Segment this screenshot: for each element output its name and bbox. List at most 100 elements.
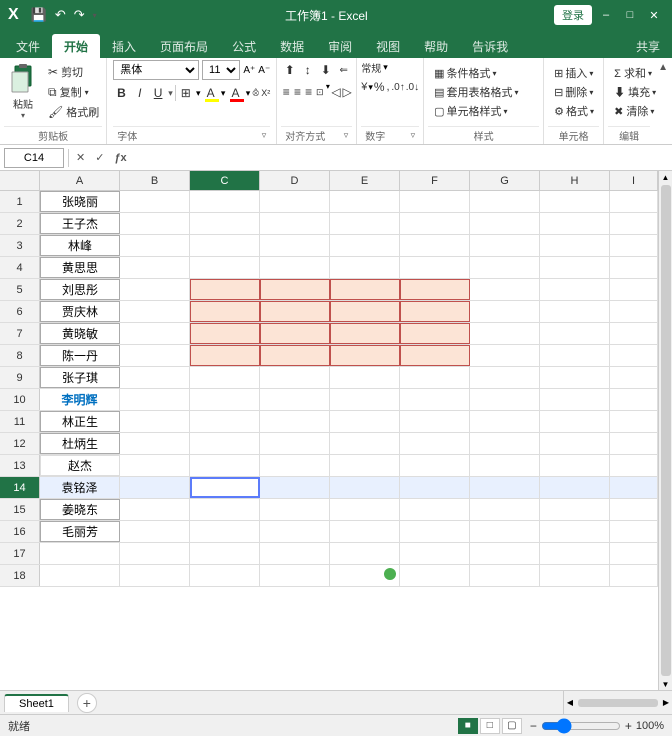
paste-dropdown-arrow[interactable]: ▾ — [21, 111, 25, 120]
cell-B1[interactable] — [120, 191, 190, 212]
underline-dropdown[interactable]: ▾ — [168, 88, 173, 99]
decrease-decimal-btn[interactable]: .0↓ — [406, 77, 419, 97]
table-style-dropdown[interactable]: ▾ — [515, 88, 519, 97]
cell-F14[interactable] — [400, 477, 470, 498]
cell-I5[interactable] — [610, 279, 658, 300]
cell-H16[interactable] — [540, 521, 610, 542]
cell-H12[interactable] — [540, 433, 610, 454]
scroll-down-btn[interactable]: ▼ — [660, 678, 672, 690]
delete-cells-btn[interactable]: ⊟删除▾ — [548, 83, 599, 101]
save-quickbtn[interactable]: 💾 — [29, 5, 49, 25]
cell-G7[interactable] — [470, 323, 540, 344]
cell-H8[interactable] — [540, 345, 610, 366]
tab-formulas[interactable]: 公式 — [220, 34, 268, 58]
cell-D6[interactable] — [260, 301, 330, 322]
align-center-btn[interactable]: ≡ — [292, 82, 302, 102]
cell-B8[interactable] — [120, 345, 190, 366]
cell-E7[interactable] — [330, 323, 400, 344]
cut-button[interactable]: ✂ 剪切 — [45, 63, 102, 81]
vertical-scrollbar[interactable]: ▲ ▼ — [658, 171, 672, 690]
cell-F7[interactable] — [400, 323, 470, 344]
cell-G12[interactable] — [470, 433, 540, 454]
cell-B11[interactable] — [120, 411, 190, 432]
cell-C13[interactable] — [190, 455, 260, 476]
tab-data[interactable]: 数据 — [268, 34, 316, 58]
percent-btn[interactable]: % — [374, 77, 385, 97]
font-size-select[interactable]: 11 — [202, 60, 240, 80]
cell-D3[interactable] — [260, 235, 330, 256]
cell-I18[interactable] — [610, 565, 658, 586]
cell-B2[interactable] — [120, 213, 190, 234]
cell-C14[interactable] — [190, 477, 260, 498]
cell-A9[interactable]: 张子琪 — [40, 367, 120, 388]
cell-G15[interactable] — [470, 499, 540, 520]
cell-H4[interactable] — [540, 257, 610, 278]
cell-C16[interactable] — [190, 521, 260, 542]
insert-cells-btn[interactable]: ⊞插入▾ — [548, 64, 599, 82]
superscript-btn[interactable]: X² — [261, 88, 270, 98]
cell-F18[interactable] — [400, 565, 470, 586]
fill-dropdown[interactable]: ▾ — [221, 88, 226, 99]
format-painter-button[interactable]: 🖌 格式刷 — [45, 103, 102, 121]
cell-F4[interactable] — [400, 257, 470, 278]
cell-B15[interactable] — [120, 499, 190, 520]
cell-E15[interactable] — [330, 499, 400, 520]
cell-A10[interactable]: 李明辉 — [40, 389, 120, 410]
cell-A11[interactable]: 林正生 — [40, 411, 120, 432]
tab-pagelayout[interactable]: 页面布局 — [148, 34, 220, 58]
cell-B17[interactable] — [120, 543, 190, 564]
format-dropdown[interactable]: ▾ — [590, 107, 594, 116]
cell-C18[interactable] — [190, 565, 260, 586]
cell-F11[interactable] — [400, 411, 470, 432]
merge-dropdown[interactable]: ▾ — [326, 82, 330, 102]
cell-G4[interactable] — [470, 257, 540, 278]
border-dropdown[interactable]: ▾ — [196, 88, 201, 99]
cell-E16[interactable] — [330, 521, 400, 542]
cell-D4[interactable] — [260, 257, 330, 278]
cell-F3[interactable] — [400, 235, 470, 256]
sheet-tab-sheet1[interactable]: Sheet1 — [4, 694, 69, 712]
cell-B3[interactable] — [120, 235, 190, 256]
cell-E14[interactable] — [330, 477, 400, 498]
number-format-select[interactable]: 常规 — [361, 60, 381, 75]
cell-I16[interactable] — [610, 521, 658, 542]
cell-A3[interactable]: 林峰 — [40, 235, 120, 256]
cell-F16[interactable] — [400, 521, 470, 542]
tab-share[interactable]: 共享 — [624, 34, 672, 58]
col-header-F[interactable]: F — [400, 171, 470, 190]
cell-G5[interactable] — [470, 279, 540, 300]
pagelayout-view-btn[interactable]: □ — [480, 718, 500, 734]
increase-decimal-btn[interactable]: .0↑ — [391, 77, 404, 97]
zoom-in-btn[interactable]: + — [625, 719, 632, 733]
cell-G2[interactable] — [470, 213, 540, 234]
minimize-button[interactable]: – — [596, 5, 616, 25]
cell-A6[interactable]: 贾庆林 — [40, 301, 120, 322]
col-header-H[interactable]: H — [540, 171, 610, 190]
cell-D13[interactable] — [260, 455, 330, 476]
copy-dropdown[interactable]: ▾ — [85, 88, 89, 97]
login-button[interactable]: 登录 — [554, 5, 592, 25]
cell-A15[interactable]: 姜晓东 — [40, 499, 120, 520]
scroll-left-btn[interactable]: ◀ — [564, 692, 576, 714]
cell-B14[interactable] — [120, 477, 190, 498]
col-header-G[interactable]: G — [470, 171, 540, 190]
strikethrough-btn[interactable]: ⨶ — [252, 88, 259, 99]
cell-A8[interactable]: 陈一丹 — [40, 345, 120, 366]
cell-I10[interactable] — [610, 389, 658, 410]
cell-D2[interactable] — [260, 213, 330, 234]
cell-G10[interactable] — [470, 389, 540, 410]
tab-view[interactable]: 视图 — [364, 34, 412, 58]
cell-E12[interactable] — [330, 433, 400, 454]
tab-tellme[interactable]: 告诉我 — [460, 34, 520, 58]
cell-A13[interactable]: 赵杰 — [40, 455, 120, 476]
cell-I13[interactable] — [610, 455, 658, 476]
cell-G8[interactable] — [470, 345, 540, 366]
normal-view-btn[interactable]: ■ — [458, 718, 478, 734]
cell-G13[interactable] — [470, 455, 540, 476]
cell-E13[interactable] — [330, 455, 400, 476]
cell-I12[interactable] — [610, 433, 658, 454]
cell-I17[interactable] — [610, 543, 658, 564]
cell-I6[interactable] — [610, 301, 658, 322]
cell-E17[interactable] — [330, 543, 400, 564]
cell-A2[interactable]: 王子杰 — [40, 213, 120, 234]
